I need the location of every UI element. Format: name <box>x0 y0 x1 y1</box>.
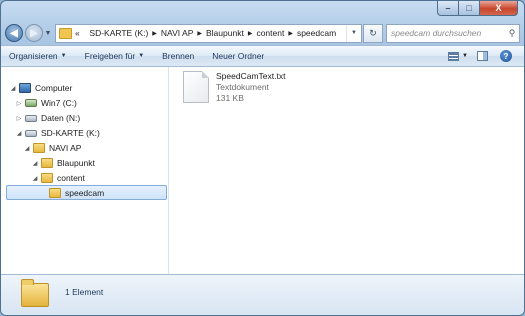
refresh-button[interactable]: ↻ <box>363 23 383 43</box>
file-type: Textdokument <box>216 82 269 92</box>
toolbar-right: ▼ ? <box>444 48 524 64</box>
navigation-row: ◀ ▶ ▼ « SD-KARTE (K:) ▶ NAVI AP ▶ Blaupu… <box>5 22 520 44</box>
breadcrumb: « SD-KARTE (K:) ▶ NAVI AP ▶ Blaupunkt ▶ … <box>75 28 336 38</box>
chevron-down-icon: ▼ <box>60 53 67 59</box>
folder-icon <box>41 173 53 183</box>
tree-item-blaupunkt[interactable]: ◢ Blaupunkt <box>31 156 95 170</box>
breadcrumb-item-content[interactable]: content <box>256 28 284 38</box>
forward-button[interactable]: ▶ <box>25 24 43 42</box>
burn-label: Brennen <box>162 51 195 61</box>
organize-menu[interactable]: Organisieren ▼ <box>9 51 67 61</box>
folder-icon <box>59 27 72 39</box>
preview-pane-button[interactable] <box>472 48 492 64</box>
expanded-arrow-icon[interactable]: ◢ <box>9 85 17 92</box>
expanded-arrow-icon[interactable]: ◢ <box>23 145 31 152</box>
tree-item-speedcam[interactable]: speedcam <box>39 186 104 200</box>
tree-item-win7[interactable]: ▷ Win7 (C:) <box>15 96 77 110</box>
file-meta: SpeedCamText.txt Textdokument 131 KB <box>216 71 285 104</box>
maximize-button[interactable]: □ <box>459 1 480 16</box>
help-button[interactable]: ? <box>496 48 516 64</box>
address-dropdown-icon[interactable]: ▼ <box>346 24 361 42</box>
text-document-icon <box>183 71 209 103</box>
folder-icon <box>41 158 53 168</box>
tree-item-label: Win7 (C:) <box>41 98 77 108</box>
breadcrumb-item-speedcam[interactable]: speedcam <box>297 28 336 38</box>
burn-button[interactable]: Brennen <box>162 51 194 61</box>
expanded-arrow-icon[interactable]: ◢ <box>31 160 39 167</box>
chevron-right-icon[interactable]: ▶ <box>197 30 202 37</box>
back-button[interactable]: ◀ <box>5 24 23 42</box>
details-pane: 1 Element <box>1 274 524 315</box>
minimize-button[interactable]: – <box>437 1 459 16</box>
collapsed-arrow-icon[interactable]: ▷ <box>15 115 23 122</box>
breadcrumb-item-navi-ap[interactable]: NAVI AP <box>161 28 193 38</box>
folder-icon <box>21 279 49 307</box>
breadcrumb-overflow[interactable]: « <box>75 28 80 38</box>
new-folder-label: Neuer Ordner <box>212 51 265 61</box>
command-bar: Organisieren ▼ Freigeben für ▼ Brennen Neu… <box>1 45 524 67</box>
caption-buttons: – □ X <box>437 1 518 16</box>
breadcrumb-item-blaupunkt[interactable]: Blaupunkt <box>206 28 244 38</box>
share-label: Freigeben für <box>84 51 136 61</box>
help-icon: ? <box>500 50 512 62</box>
chevron-right-icon[interactable]: ▶ <box>288 30 293 37</box>
item-count: 1 Element <box>65 287 104 297</box>
expanded-arrow-icon[interactable]: ◢ <box>15 130 23 137</box>
share-menu[interactable]: Freigeben für ▼ <box>85 51 145 61</box>
file-item[interactable]: SpeedCamText.txt Textdokument 131 KB <box>183 71 285 104</box>
tree-item-content[interactable]: ◢ content <box>31 171 85 185</box>
tree-item-label: content <box>57 173 85 183</box>
chevron-right-icon[interactable]: ▶ <box>152 30 157 37</box>
tree-item-label: Blaupunkt <box>57 158 95 168</box>
tree-item-navi-ap[interactable]: ◢ NAVI AP <box>23 141 81 155</box>
tree-item-label: speedcam <box>65 188 105 198</box>
search-input[interactable] <box>387 27 505 39</box>
collapsed-arrow-icon[interactable]: ▷ <box>15 100 23 107</box>
main-area: ◢ Computer ▷ Win7 (C:) ▷ Daten (N:) ◢ SD… <box>1 67 524 275</box>
new-folder-button[interactable]: Neuer Ordner <box>212 51 264 61</box>
tree-item-sd-karte[interactable]: ◢ SD-KARTE (K:) <box>15 126 100 140</box>
close-button[interactable]: X <box>480 1 518 16</box>
explorer-window: – □ X ◀ ▶ ▼ « SD-KARTE (K:) ▶ NAVI AP ▶ … <box>0 0 525 316</box>
expanded-arrow-icon[interactable]: ◢ <box>31 175 39 182</box>
tree-item-daten[interactable]: ▷ Daten (N:) <box>15 111 81 125</box>
file-size: 131 KB <box>216 93 244 103</box>
computer-icon <box>19 83 31 93</box>
tree-item-label: Computer <box>35 83 73 93</box>
search-box[interactable]: ⚲ <box>386 23 520 43</box>
drive-icon <box>25 99 37 107</box>
tree-item-label: SD-KARTE (K:) <box>41 128 100 138</box>
chevron-down-icon: ▼ <box>138 53 145 59</box>
tree-item-label: Daten (N:) <box>41 113 81 123</box>
organize-label: Organisieren <box>9 51 58 61</box>
search-icon[interactable]: ⚲ <box>505 28 519 39</box>
drive-icon <box>25 129 37 137</box>
drive-icon <box>25 114 37 122</box>
change-view-button[interactable]: ▼ <box>448 48 468 64</box>
folder-icon <box>49 188 61 198</box>
file-list[interactable]: SpeedCamText.txt Textdokument 131 KB <box>169 67 524 275</box>
chevron-right-icon[interactable]: ▶ <box>248 30 253 37</box>
tree-item-label: NAVI AP <box>49 143 82 153</box>
recent-pages-dropdown-icon[interactable]: ▼ <box>43 30 53 37</box>
address-bar[interactable]: « SD-KARTE (K:) ▶ NAVI AP ▶ Blaupunkt ▶ … <box>55 23 362 43</box>
tree-item-computer[interactable]: ◢ Computer <box>9 81 72 95</box>
preview-pane-icon <box>476 51 488 61</box>
folder-icon <box>33 143 45 153</box>
navigation-pane[interactable]: ◢ Computer ▷ Win7 (C:) ▷ Daten (N:) ◢ SD… <box>1 67 169 275</box>
chevron-down-icon: ▼ <box>462 53 468 59</box>
file-name: SpeedCamText.txt <box>216 71 286 81</box>
chevron-right-icon <box>84 30 86 36</box>
breadcrumb-item-sd-karte[interactable]: SD-KARTE (K:) <box>89 28 148 38</box>
view-list-icon <box>448 51 460 61</box>
